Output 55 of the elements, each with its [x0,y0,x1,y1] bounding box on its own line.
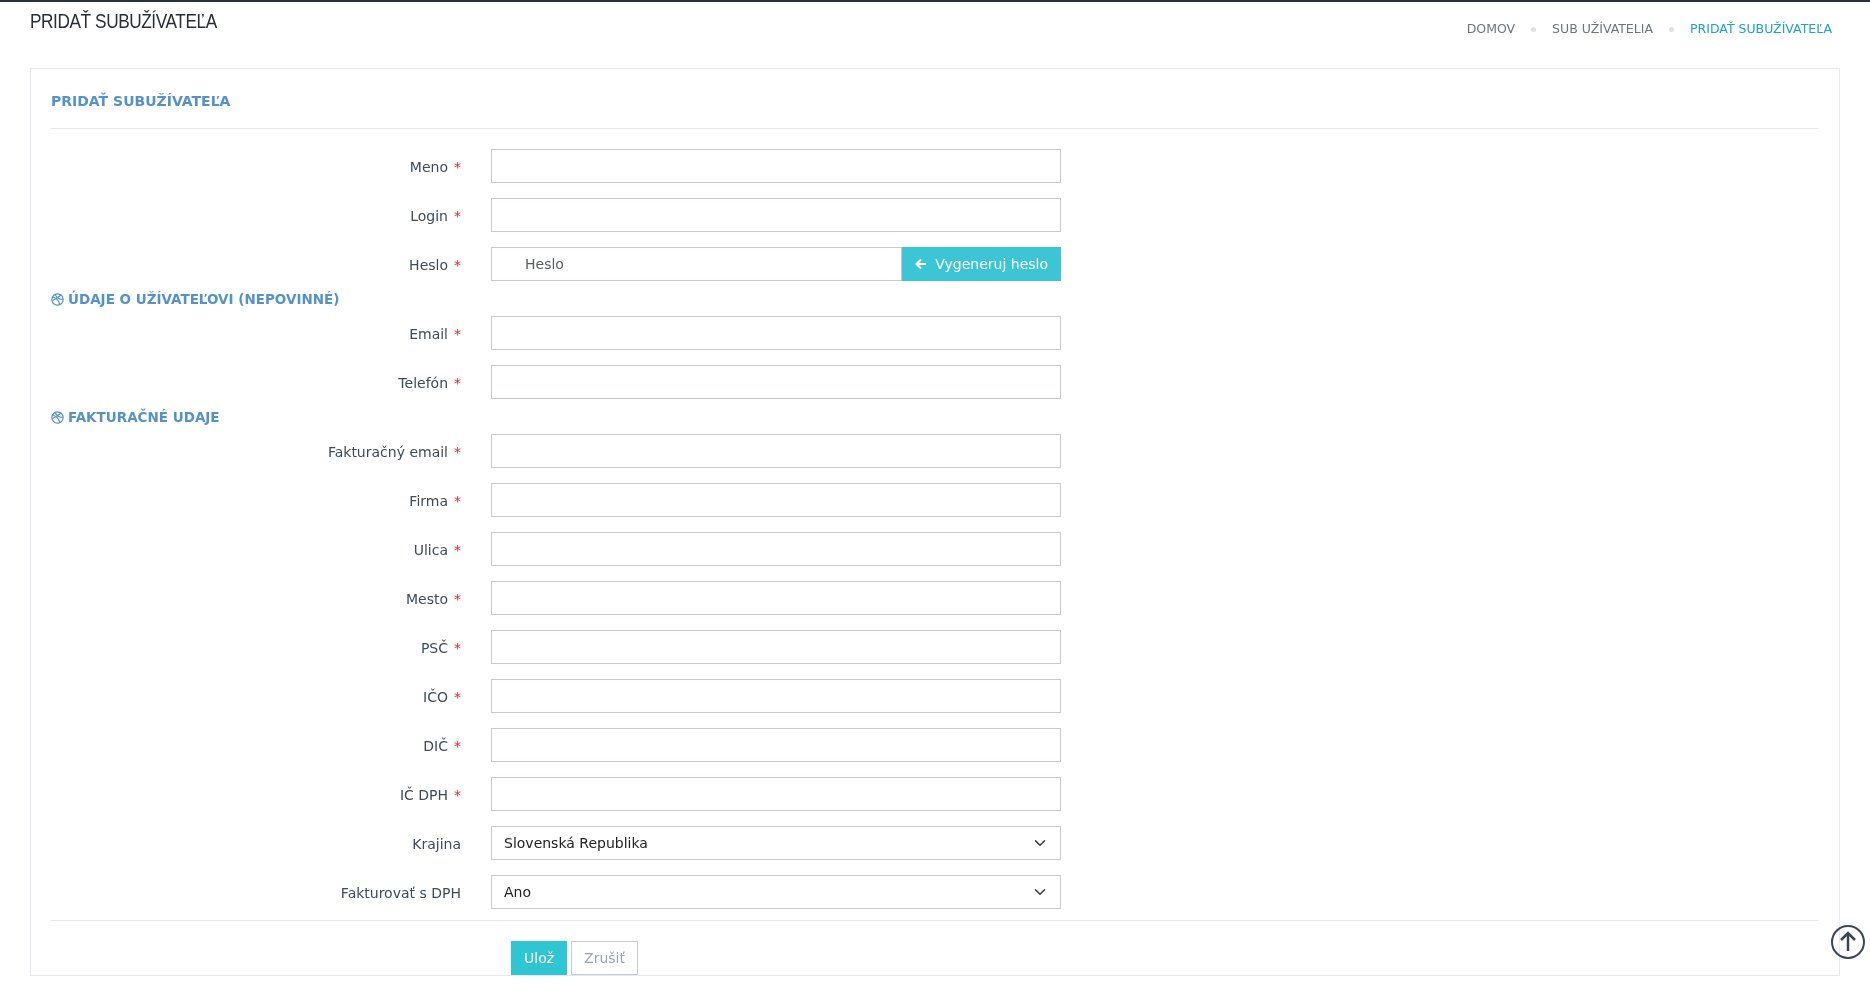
required-mark: * [454,257,461,273]
required-mark: * [454,542,461,558]
globe-icon [51,292,64,306]
field-label: Fakturovať s DPH [340,885,461,901]
required-mark: * [454,444,461,460]
field-label: DIČ [423,738,448,754]
select-field[interactable]: Slovenská Republika [491,826,1061,860]
required-mark: * [454,738,461,754]
text-input[interactable] [491,679,1061,713]
text-input[interactable] [491,198,1061,232]
field-label: Meno [409,159,448,175]
required-mark: * [454,591,461,607]
arrow-left-icon [915,258,928,270]
required-mark: * [454,493,461,509]
field-label: Email [409,326,448,342]
section-heading: FAKTURAČNÉ UDAJE [68,407,220,427]
text-input[interactable] [491,365,1061,399]
required-mark: * [454,375,461,391]
field-label: Login [410,208,448,224]
required-mark: * [454,208,461,224]
field-label: IČO [423,689,448,705]
text-input[interactable] [491,728,1061,762]
field-label: Telefón [398,375,448,391]
required-mark: * [454,159,461,175]
section-heading: ÚDAJE O UŽÍVATEĽOVI (NEPOVINNÉ) [68,289,340,309]
text-input[interactable] [491,630,1061,664]
text-input[interactable] [491,777,1061,811]
field-label: Krajina [412,836,461,852]
scroll-up-icon[interactable] [1830,924,1866,960]
field-label: PSČ [420,640,448,656]
breadcrumb-link[interactable]: SUB UŽÍVATELIA [1552,20,1653,39]
text-input[interactable] [491,532,1061,566]
password-input[interactable]: Heslo [491,247,903,281]
field-label: Fakturačný email [327,444,448,460]
text-input[interactable] [491,581,1061,615]
required-mark: * [454,787,461,803]
text-input[interactable] [491,483,1061,517]
text-input[interactable] [491,316,1061,350]
required-mark: * [454,689,461,705]
card-title: PRIDAŤ SUBUŽÍVATEĽA [51,93,231,109]
text-input[interactable] [491,434,1061,468]
page-title: PRIDAŤ SUBUŽÍVATEĽA [30,8,217,34]
field-label: Heslo [409,257,448,273]
text-input[interactable] [491,149,1061,183]
breadcrumb-link[interactable]: DOMOV [1466,20,1516,39]
breadcrumb-link[interactable]: PRIDAŤ SUBUŽÍVATEĽA [1690,20,1832,39]
field-label: Firma [409,493,448,509]
required-mark: * [454,640,461,656]
select-field[interactable]: Ano [491,875,1061,909]
cancel-button[interactable]: Zrušiť [571,941,638,975]
globe-icon [51,410,64,424]
required-mark: * [454,326,461,342]
field-label: Ulica [413,542,448,558]
field-label: IČ DPH [399,787,448,803]
field-label: Mesto [405,591,448,607]
